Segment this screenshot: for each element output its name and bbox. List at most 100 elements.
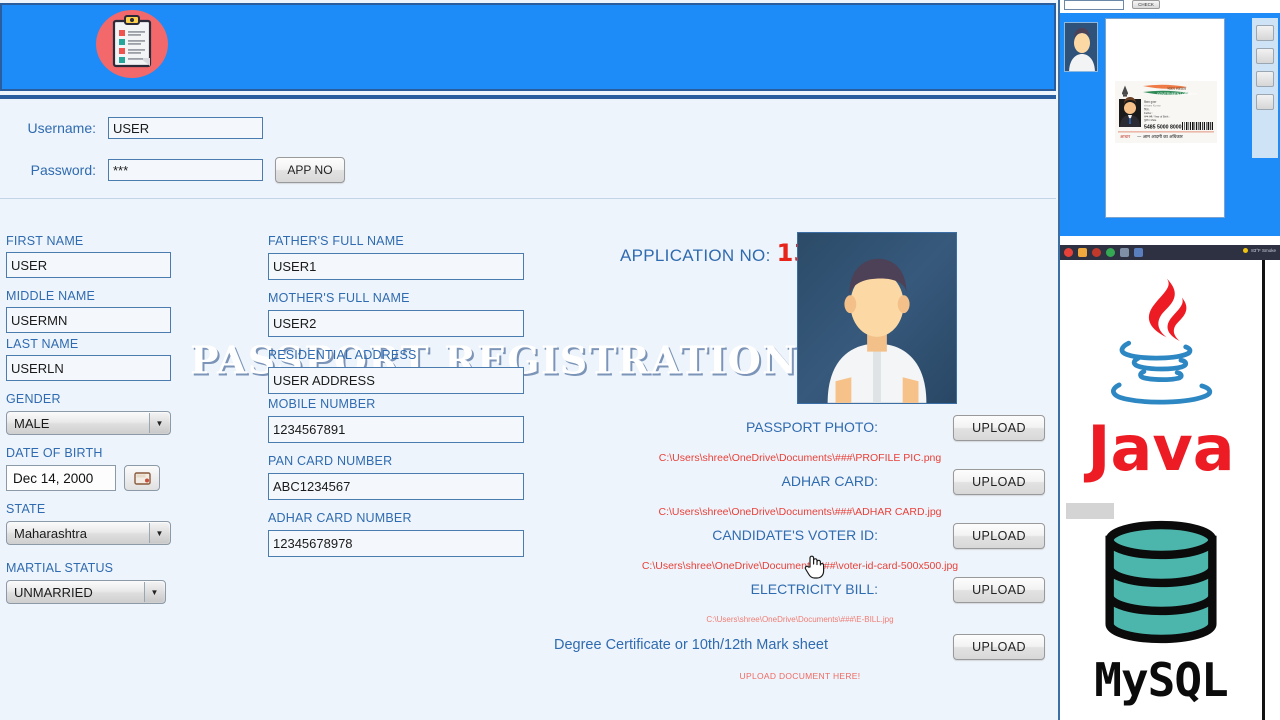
degree-upload-hint: UPLOAD DOCUMENT HERE! (739, 671, 861, 681)
svg-text:आधार: आधार (1120, 135, 1130, 140)
gray-placeholder (1066, 503, 1114, 519)
upload-row-degree: Degree Certificate or 10th/12th Mark she… (550, 632, 1050, 662)
check-button[interactable]: CHECK (1132, 0, 1160, 9)
banner-divider (0, 95, 1056, 99)
field-adhar-card: ADHAR CARD NUMBER (268, 511, 528, 557)
last-name-label: LAST NAME (6, 337, 79, 351)
side-toolbar-buttons[interactable] (1252, 18, 1278, 158)
app-no-button[interactable]: APP NO (275, 157, 345, 183)
state-select[interactable]: Maharashtra ▼ (6, 521, 171, 545)
chevron-down-icon[interactable]: ▼ (149, 523, 169, 543)
gender-value: MALE (14, 415, 50, 431)
middle-name-input[interactable] (6, 307, 171, 333)
password-label: Password: (30, 162, 96, 178)
voter-id-path: C:\Users\shree\OneDrive\Documents\###\vo… (641, 560, 959, 572)
state-value: Maharashtra (14, 525, 87, 541)
degree-certificate-label: Degree Certificate or 10th/12th Mark she… (554, 637, 829, 653)
field-mobile-number: MOBILE NUMBER (268, 397, 528, 443)
side-button-3[interactable] (1256, 71, 1274, 87)
field-father-name: FATHER'S FULL NAME (268, 234, 528, 280)
electricity-bill-path: C:\Users\shree\OneDrive\Documents\###\E-… (706, 615, 894, 624)
upload-row-passport-photo: PASSPORT PHOTO: UPLOAD (550, 415, 1050, 443)
middle-form-column: FATHER'S FULL NAME MOTHER'S FULL NAME RE… (268, 234, 528, 557)
passport-photo-path: C:\Users\shree\OneDrive\Documents\###\PR… (658, 452, 942, 464)
field-martial-status: MARTIAL STATUS UNMARRIED ▼ (6, 561, 186, 604)
state-label: STATE (6, 502, 46, 516)
folder-icon[interactable] (1078, 248, 1087, 257)
field-state: STATE Maharashtra ▼ (6, 502, 186, 545)
svg-text:5485 5000 8000: 5485 5000 8000 (1144, 125, 1182, 131)
pan-card-label: PAN CARD NUMBER (268, 454, 393, 468)
clipboard-icon (92, 8, 172, 80)
father-name-input[interactable] (268, 253, 524, 280)
mobile-number-input[interactable] (268, 416, 524, 443)
thumbnail-avatar[interactable] (1064, 22, 1098, 72)
gender-select[interactable]: MALE ▼ (6, 411, 171, 435)
chevron-down-icon[interactable]: ▼ (149, 413, 169, 433)
electricity-bill-label: ELECTRICITY BILL: (750, 581, 878, 597)
mysql-label: MySQL (1094, 653, 1228, 707)
mother-name-label: MOTHER'S FULL NAME (268, 291, 410, 305)
field-first-name: FIRST NAME (6, 234, 186, 278)
side-button-2[interactable] (1256, 48, 1274, 64)
taskbar-weather: 83°F Smoke (1243, 248, 1276, 253)
sun-icon (1243, 248, 1249, 253)
residential-address-label: RESIDENTIAL ADDRESS (268, 348, 417, 362)
field-pan-card: PAN CARD NUMBER (268, 454, 528, 500)
dob-label: DATE OF BIRTH (6, 446, 103, 460)
passport-photo-preview (797, 232, 957, 404)
gender-label: GENDER (6, 392, 61, 406)
dob-input[interactable]: Dec 14, 2000 (6, 465, 116, 491)
side-button-4[interactable] (1256, 94, 1274, 110)
adhar-card-input[interactable] (268, 530, 524, 557)
svg-text:— आम आदमी का अधिकार: — आम आदमी का अधिकार (1137, 134, 1183, 140)
field-middle-name: MIDDLE NAME (6, 289, 186, 333)
svg-text:जन्म वर्ष / Year of Birth :: जन्म वर्ष / Year of Birth : (1144, 115, 1170, 119)
field-gender: GENDER MALE ▼ (6, 392, 186, 435)
java-label: Java (1087, 412, 1235, 485)
field-dob: DATE OF BIRTH Dec 14, 2000 (6, 446, 186, 491)
martial-status-label: MARTIAL STATUS (6, 561, 114, 575)
opera-icon[interactable] (1064, 248, 1073, 257)
first-name-input[interactable] (6, 252, 171, 278)
password-row: Password: APP NO (0, 157, 345, 183)
mini-search-input[interactable] (1064, 0, 1124, 10)
gem-icon[interactable] (1120, 248, 1129, 257)
upload-voter-id-button[interactable]: UPLOAD (953, 523, 1045, 549)
svg-text:Father :: Father : (1144, 111, 1153, 115)
mother-name-input[interactable] (268, 310, 524, 337)
field-mother-name: MOTHER'S FULL NAME (268, 291, 528, 337)
record-icon[interactable] (1092, 248, 1101, 257)
svg-text:पिता :: पिता : (1144, 108, 1150, 112)
upload-row-adhar-card: ADHAR CARD: UPLOAD (550, 469, 1050, 497)
pan-card-input[interactable] (268, 473, 524, 500)
chevron-down-icon[interactable]: ▼ (144, 582, 164, 602)
svg-text:भारत सरकार: भारत सरकार (1167, 86, 1186, 91)
last-name-input[interactable] (6, 355, 171, 381)
side-button-1[interactable] (1256, 25, 1274, 41)
residential-address-input[interactable] (268, 367, 524, 394)
aadhaar-preview-panel: CHECK भारत सरकार GOVERNMENT OF INDIA शिव… (1060, 0, 1280, 236)
upload-degree-button[interactable]: UPLOAD (953, 634, 1045, 660)
aadhaar-image-window: भारत सरकार GOVERNMENT OF INDIA शिवम कुमा… (1105, 18, 1225, 218)
martial-status-select[interactable]: UNMARRIED ▼ (6, 580, 166, 604)
upload-adhar-card-button[interactable]: UPLOAD (953, 469, 1045, 495)
field-last-name: LAST NAME (6, 337, 186, 381)
svg-text:शिवम कुमार: शिवम कुमार (1144, 100, 1157, 104)
uploads-section: PASSPORT PHOTO: UPLOAD C:\Users\shree\On… (550, 415, 1050, 681)
upload-passport-photo-button[interactable]: UPLOAD (953, 415, 1045, 441)
voter-id-label: CANDIDATE'S VOTER ID: (712, 527, 878, 543)
username-label: Username: (27, 120, 96, 136)
upload-electricity-bill-button[interactable]: UPLOAD (953, 577, 1045, 603)
mysql-logo-panel: MySQL (1060, 495, 1265, 720)
middle-name-label: MIDDLE NAME (6, 289, 96, 303)
java-icon (1111, 278, 1213, 405)
avatar (798, 233, 956, 403)
username-input[interactable] (108, 117, 263, 139)
upload-row-electricity-bill: ELECTRICITY BILL: UPLOAD (550, 577, 1050, 605)
contact-icon[interactable] (1134, 248, 1143, 257)
password-input[interactable] (108, 159, 263, 181)
chrome-icon[interactable] (1106, 248, 1115, 257)
calendar-icon[interactable] (124, 465, 160, 491)
adhar-card-label: ADHAR CARD NUMBER (268, 511, 412, 525)
